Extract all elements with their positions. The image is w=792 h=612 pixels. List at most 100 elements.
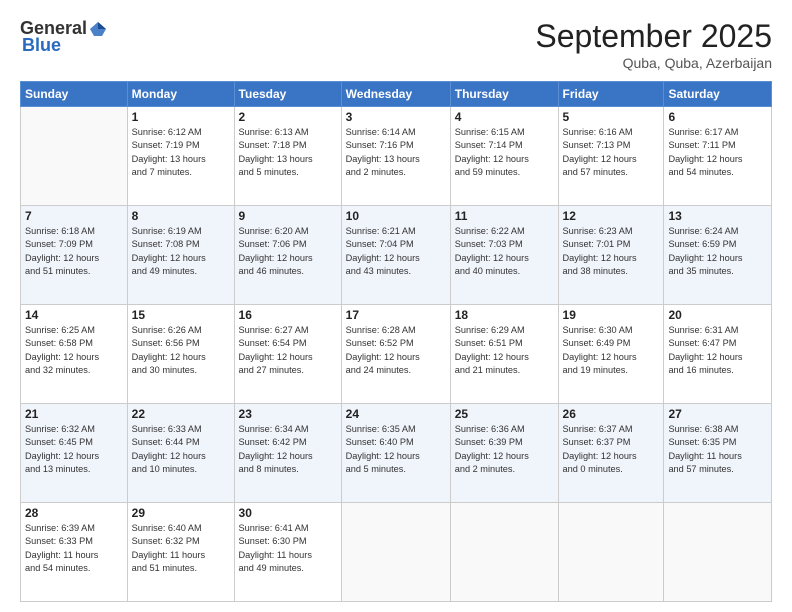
day-number: 29 — [132, 506, 230, 520]
week-row-2: 7Sunrise: 6:18 AM Sunset: 7:09 PM Daylig… — [21, 206, 772, 305]
calendar: SundayMondayTuesdayWednesdayThursdayFrid… — [20, 81, 772, 602]
page: General Blue September 2025 Quba, Quba, … — [0, 0, 792, 612]
day-cell: 4 Sunrise: 6:15 AM Sunset: 7:14 PM Daylig… — [450, 107, 558, 206]
day-number: 28 — [25, 506, 123, 520]
day-cell: 6 Sunrise: 6:17 AM Sunset: 7:11 PM Daylig… — [664, 107, 772, 206]
day-cell: 11 Sunrise: 6:22 AM Sunset: 7:03 PM Dayli… — [450, 206, 558, 305]
day-number: 4 — [455, 110, 554, 124]
day-info: Sunrise: 6:32 AM Sunset: 6:45 PM Dayligh… — [25, 423, 123, 476]
day-number: 3 — [346, 110, 446, 124]
day-cell: 25 Sunrise: 6:36 AM Sunset: 6:39 PM Dayli… — [450, 404, 558, 503]
day-info: Sunrise: 6:40 AM Sunset: 6:32 PM Dayligh… — [132, 522, 230, 575]
day-info: Sunrise: 6:23 AM Sunset: 7:01 PM Dayligh… — [563, 225, 660, 278]
day-info: Sunrise: 6:27 AM Sunset: 6:54 PM Dayligh… — [239, 324, 337, 377]
week-row-1: 1 Sunrise: 6:12 AM Sunset: 7:19 PM Daylig… — [21, 107, 772, 206]
day-number: 19 — [563, 308, 660, 322]
weekday-header-tuesday: Tuesday — [234, 82, 341, 107]
day-cell: 5 Sunrise: 6:16 AM Sunset: 7:13 PM Daylig… — [558, 107, 664, 206]
day-number: 18 — [455, 308, 554, 322]
day-info: Sunrise: 6:15 AM Sunset: 7:14 PM Dayligh… — [455, 126, 554, 179]
title-area: September 2025 Quba, Quba, Azerbaijan — [535, 18, 772, 71]
weekday-header-monday: Monday — [127, 82, 234, 107]
day-number: 14 — [25, 308, 123, 322]
day-info: Sunrise: 6:41 AM Sunset: 6:30 PM Dayligh… — [239, 522, 337, 575]
day-number: 20 — [668, 308, 767, 322]
day-cell: 24 Sunrise: 6:35 AM Sunset: 6:40 PM Dayli… — [341, 404, 450, 503]
logo-blue: Blue — [22, 35, 61, 56]
day-info: Sunrise: 6:19 AM Sunset: 7:08 PM Dayligh… — [132, 225, 230, 278]
header: General Blue September 2025 Quba, Quba, … — [20, 18, 772, 71]
day-info: Sunrise: 6:24 AM Sunset: 6:59 PM Dayligh… — [668, 225, 767, 278]
day-number: 13 — [668, 209, 767, 223]
day-number: 23 — [239, 407, 337, 421]
day-info: Sunrise: 6:36 AM Sunset: 6:39 PM Dayligh… — [455, 423, 554, 476]
day-number: 12 — [563, 209, 660, 223]
day-cell — [341, 503, 450, 602]
day-cell: 28 Sunrise: 6:39 AM Sunset: 6:33 PM Dayli… — [21, 503, 128, 602]
day-info: Sunrise: 6:25 AM Sunset: 6:58 PM Dayligh… — [25, 324, 123, 377]
day-cell: 7Sunrise: 6:18 AM Sunset: 7:09 PM Daylig… — [21, 206, 128, 305]
day-info: Sunrise: 6:13 AM Sunset: 7:18 PM Dayligh… — [239, 126, 337, 179]
day-cell: 8 Sunrise: 6:19 AM Sunset: 7:08 PM Daylig… — [127, 206, 234, 305]
day-info: Sunrise: 6:18 AM Sunset: 7:09 PM Dayligh… — [25, 225, 123, 278]
weekday-header-friday: Friday — [558, 82, 664, 107]
day-info: Sunrise: 6:22 AM Sunset: 7:03 PM Dayligh… — [455, 225, 554, 278]
day-info: Sunrise: 6:35 AM Sunset: 6:40 PM Dayligh… — [346, 423, 446, 476]
day-info: Sunrise: 6:37 AM Sunset: 6:37 PM Dayligh… — [563, 423, 660, 476]
day-number: 10 — [346, 209, 446, 223]
day-cell: 15 Sunrise: 6:26 AM Sunset: 6:56 PM Dayli… — [127, 305, 234, 404]
weekday-header-thursday: Thursday — [450, 82, 558, 107]
day-info: Sunrise: 6:30 AM Sunset: 6:49 PM Dayligh… — [563, 324, 660, 377]
day-cell: 12 Sunrise: 6:23 AM Sunset: 7:01 PM Dayli… — [558, 206, 664, 305]
day-info: Sunrise: 6:28 AM Sunset: 6:52 PM Dayligh… — [346, 324, 446, 377]
day-cell — [664, 503, 772, 602]
day-cell: 26 Sunrise: 6:37 AM Sunset: 6:37 PM Dayli… — [558, 404, 664, 503]
weekday-header-sunday: Sunday — [21, 82, 128, 107]
day-number: 24 — [346, 407, 446, 421]
day-number: 30 — [239, 506, 337, 520]
day-number: 16 — [239, 308, 337, 322]
day-number: 21 — [25, 407, 123, 421]
day-number: 8 — [132, 209, 230, 223]
day-number: 17 — [346, 308, 446, 322]
day-cell: 17 Sunrise: 6:28 AM Sunset: 6:52 PM Dayli… — [341, 305, 450, 404]
day-cell — [450, 503, 558, 602]
week-row-5: 28 Sunrise: 6:39 AM Sunset: 6:33 PM Dayli… — [21, 503, 772, 602]
week-row-4: 21 Sunrise: 6:32 AM Sunset: 6:45 PM Dayli… — [21, 404, 772, 503]
day-number: 2 — [239, 110, 337, 124]
day-info: Sunrise: 6:12 AM Sunset: 7:19 PM Dayligh… — [132, 126, 230, 179]
day-info: Sunrise: 6:16 AM Sunset: 7:13 PM Dayligh… — [563, 126, 660, 179]
day-cell: 16 Sunrise: 6:27 AM Sunset: 6:54 PM Dayli… — [234, 305, 341, 404]
day-number: 15 — [132, 308, 230, 322]
day-cell: 27 Sunrise: 6:38 AM Sunset: 6:35 PM Dayli… — [664, 404, 772, 503]
day-cell: 22Sunrise: 6:33 AM Sunset: 6:44 PM Dayli… — [127, 404, 234, 503]
day-cell: 10Sunrise: 6:21 AM Sunset: 7:04 PM Dayli… — [341, 206, 450, 305]
day-number: 5 — [563, 110, 660, 124]
day-cell: 18Sunrise: 6:29 AM Sunset: 6:51 PM Dayli… — [450, 305, 558, 404]
day-info: Sunrise: 6:39 AM Sunset: 6:33 PM Dayligh… — [25, 522, 123, 575]
day-number: 11 — [455, 209, 554, 223]
day-info: Sunrise: 6:33 AM Sunset: 6:44 PM Dayligh… — [132, 423, 230, 476]
day-info: Sunrise: 6:17 AM Sunset: 7:11 PM Dayligh… — [668, 126, 767, 179]
day-info: Sunrise: 6:20 AM Sunset: 7:06 PM Dayligh… — [239, 225, 337, 278]
day-cell: 13 Sunrise: 6:24 AM Sunset: 6:59 PM Dayli… — [664, 206, 772, 305]
day-cell: 21 Sunrise: 6:32 AM Sunset: 6:45 PM Dayli… — [21, 404, 128, 503]
weekday-header-row: SundayMondayTuesdayWednesdayThursdayFrid… — [21, 82, 772, 107]
day-cell — [558, 503, 664, 602]
day-cell: 29 Sunrise: 6:40 AM Sunset: 6:32 PM Dayli… — [127, 503, 234, 602]
day-info: Sunrise: 6:26 AM Sunset: 6:56 PM Dayligh… — [132, 324, 230, 377]
day-number: 25 — [455, 407, 554, 421]
day-number: 27 — [668, 407, 767, 421]
day-number: 26 — [563, 407, 660, 421]
week-row-3: 14 Sunrise: 6:25 AM Sunset: 6:58 PM Dayli… — [21, 305, 772, 404]
day-number: 9 — [239, 209, 337, 223]
day-info: Sunrise: 6:34 AM Sunset: 6:42 PM Dayligh… — [239, 423, 337, 476]
day-cell: 30 Sunrise: 6:41 AM Sunset: 6:30 PM Dayli… — [234, 503, 341, 602]
weekday-header-saturday: Saturday — [664, 82, 772, 107]
day-number: 1 — [132, 110, 230, 124]
day-number: 6 — [668, 110, 767, 124]
day-cell: 1 Sunrise: 6:12 AM Sunset: 7:19 PM Daylig… — [127, 107, 234, 206]
day-info: Sunrise: 6:38 AM Sunset: 6:35 PM Dayligh… — [668, 423, 767, 476]
location: Quba, Quba, Azerbaijan — [535, 55, 772, 71]
logo: General Blue — [20, 18, 107, 56]
